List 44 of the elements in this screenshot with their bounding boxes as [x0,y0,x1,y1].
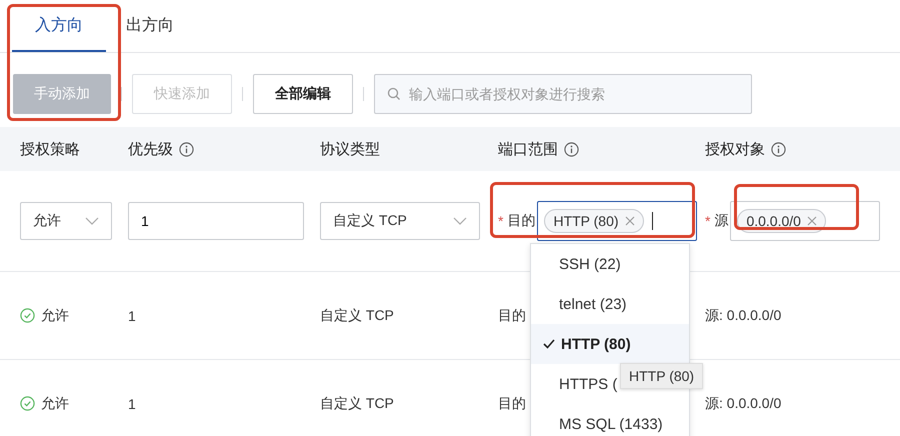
column-header: 授权对象 [705,140,765,158]
protocol-select[interactable]: 自定义 TCP [320,202,480,240]
check-circle-icon [20,396,35,411]
tag: HTTP (80) [544,209,644,233]
dropdown-option[interactable]: telnet (23) [531,284,689,324]
info-icon [771,142,786,156]
close-icon[interactable] [806,216,817,226]
policy-select[interactable]: 允许 [20,202,112,240]
search-field[interactable]: 输入端口或者授权对象进行搜索 [374,74,752,114]
tab[interactable]: 出方向 [106,0,180,52]
table-cell: 自定义 TCP [320,306,394,324]
toolbar-button[interactable]: 全部编辑 [253,74,353,114]
info-icon [179,142,194,156]
chevron-icon [85,217,99,225]
column-header: 协议类型 [320,140,380,158]
table-cell: 1 [128,308,136,324]
priority-input[interactable]: 1 [128,202,304,240]
tooltip: HTTP (80) [620,363,704,389]
table-cell: 源: 0.0.0.0/0 [705,394,782,412]
close-icon[interactable] [624,216,635,226]
source-field[interactable]: 0.0.0.0/0 [730,201,880,241]
dropdown-option[interactable]: HTTP (80) [531,324,689,364]
table-cell: 目的 [498,394,526,412]
port-field[interactable]: HTTP (80) [537,201,698,241]
table-cell: 允许 [41,394,69,412]
check-circle-icon [20,308,35,323]
table-cell: 源: 0.0.0.0/0 [705,306,782,324]
column-header: 端口范围 [498,140,558,158]
table-cell: 自定义 TCP [320,394,394,412]
chevron-icon [453,217,467,225]
tab[interactable]: 入方向 [12,0,106,52]
required-mark: * [705,213,710,229]
table-cell: 目的 [498,306,526,324]
field-label: 源 [714,212,728,230]
required-mark: * [498,213,504,229]
column-header: 优先级 [128,140,173,158]
column-header: 授权策略 [20,140,80,158]
dropdown-option[interactable]: MS SQL (1433) [531,404,689,436]
check-icon [543,339,555,349]
table-cell: 1 [128,396,136,412]
dropdown-option[interactable]: SSH (22) [531,244,689,284]
field-label: 目的 [507,212,536,230]
table-cell: 允许 [41,306,69,324]
info-icon [564,142,579,156]
